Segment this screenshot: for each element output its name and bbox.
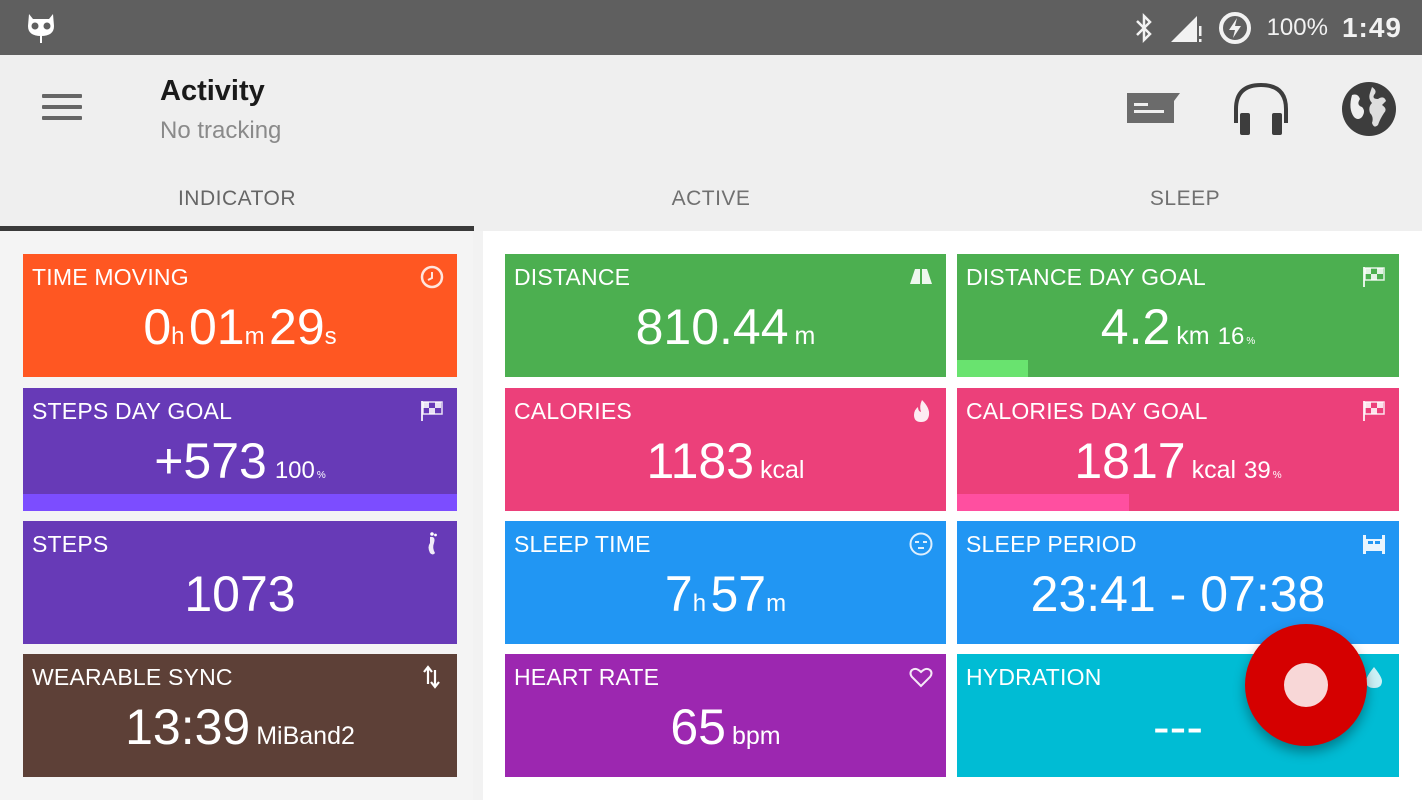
owl-icon <box>28 14 54 43</box>
card-steps[interactable]: STEPS 1073 <box>23 521 457 644</box>
status-bar: 100% 1:49 <box>0 0 1422 55</box>
page-title: Activity <box>160 75 265 107</box>
card-label: TIME MOVING <box>32 264 189 290</box>
card-label: STEPS DAY GOAL <box>32 398 233 424</box>
card-calories-day-goal[interactable]: CALORIES DAY GOAL 1817 kcal 39% <box>957 388 1399 511</box>
tab-bar: INDICATOR ACTIVE SLEEP <box>0 175 1422 231</box>
card-label: DISTANCE <box>514 264 631 290</box>
globe-icon[interactable] <box>1338 77 1400 141</box>
card-value: 65 bpm <box>670 699 781 755</box>
card-value: 13:39 MiBand2 <box>125 699 355 755</box>
card-value: 7h 57m <box>664 566 787 622</box>
card-calories[interactable]: CALORIES 1183 kcal <box>505 388 946 511</box>
card-label: HEART RATE <box>514 664 660 690</box>
card-value: 0h 01m 29s <box>143 299 337 355</box>
card-time-moving[interactable]: TIME MOVING 0h 01m 29s <box>23 254 457 377</box>
headphones-icon[interactable] <box>1230 77 1292 141</box>
app-toolbar: Activity No tracking <box>0 55 1422 175</box>
tab-active[interactable]: ACTIVE <box>474 175 948 231</box>
card-sleep-period[interactable]: SLEEP PERIOD 23:41 - 07:38 <box>957 521 1399 644</box>
progress-bar <box>23 494 457 511</box>
card-distance-day-goal[interactable]: DISTANCE DAY GOAL 4.2 km 16% <box>957 254 1399 377</box>
card-label: DISTANCE DAY GOAL <box>966 264 1206 290</box>
checkered-flag-icon <box>1363 267 1385 287</box>
card-label: SLEEP PERIOD <box>966 531 1137 557</box>
sync-arrows-icon <box>423 665 440 689</box>
tab-sleep[interactable]: SLEEP <box>948 175 1422 231</box>
card-label: CALORIES <box>514 398 632 424</box>
message-icon[interactable] <box>1122 77 1184 141</box>
card-label: HYDRATION <box>966 664 1102 690</box>
progress-bar <box>957 360 1028 377</box>
card-heart-rate[interactable]: HEART RATE 65 bpm <box>505 654 946 777</box>
sleeping-face-icon <box>909 532 933 556</box>
card-value: 23:41 - 07:38 <box>1030 566 1326 622</box>
clock: 1:49 <box>1341 12 1402 43</box>
card-sleep-time[interactable]: SLEEP TIME 7h 57m <box>505 521 946 644</box>
page-subtitle: No tracking <box>160 117 282 144</box>
hamburger-menu-icon[interactable] <box>38 89 86 129</box>
card-label: WEARABLE SYNC <box>32 664 233 690</box>
battery-percentage: 100% <box>1266 14 1328 41</box>
card-wearable-sync[interactable]: WEARABLE SYNC 13:39 MiBand2 <box>23 654 457 777</box>
checkered-flag-icon <box>421 401 443 421</box>
bluetooth-icon <box>1135 12 1152 44</box>
card-value: 810.44 m <box>635 299 816 355</box>
checkered-flag-icon <box>1363 401 1385 421</box>
card-value: 1817 kcal 39% <box>1074 433 1282 489</box>
card-label: CALORIES DAY GOAL <box>966 398 1208 424</box>
card-steps-day-goal[interactable]: STEPS DAY GOAL +573 100% <box>23 388 457 511</box>
heart-icon <box>909 667 933 688</box>
card-label: STEPS <box>32 531 109 557</box>
card-value: +573 100% <box>154 433 326 489</box>
record-icon <box>1284 663 1328 707</box>
flame-icon <box>914 400 930 422</box>
footprint-icon <box>428 532 437 555</box>
battery-saver-icon <box>1218 12 1251 44</box>
clock-icon <box>420 265 444 289</box>
card-distance[interactable]: DISTANCE 810.44 m <box>505 254 946 377</box>
tab-indicator[interactable]: INDICATOR <box>0 175 474 231</box>
progress-bar <box>957 494 1130 511</box>
card-label: SLEEP TIME <box>514 531 651 557</box>
signal-icon <box>1170 16 1202 42</box>
bed-icon <box>1363 535 1385 554</box>
card-value: 1073 <box>184 566 296 622</box>
card-value: 4.2 km 16% <box>1100 299 1256 355</box>
record-button[interactable] <box>1245 624 1367 746</box>
road-icon <box>910 269 932 284</box>
card-value: 1183 kcal <box>646 433 805 489</box>
